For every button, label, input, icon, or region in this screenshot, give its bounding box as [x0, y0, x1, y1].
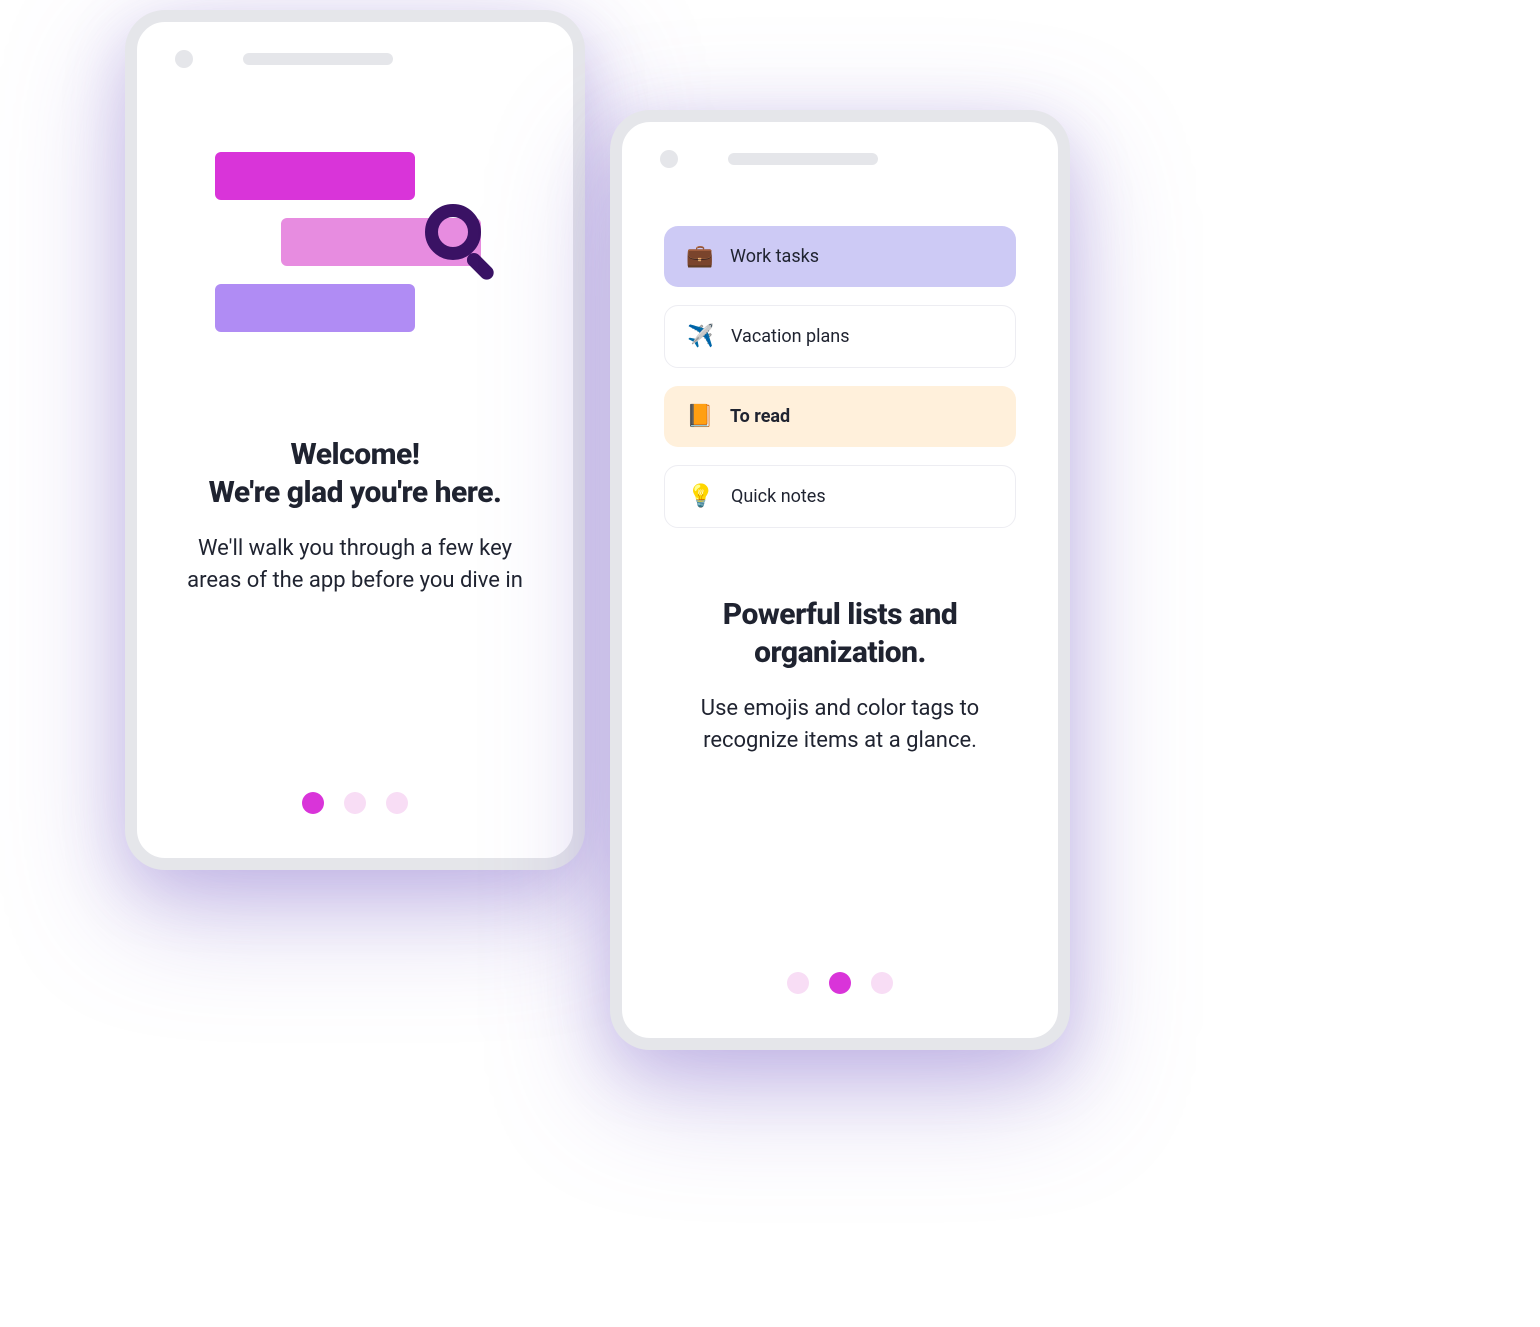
onboarding-title: Powerful lists and organization. [662, 596, 1018, 673]
book-icon: 📙 [686, 404, 712, 429]
list-item-label: Vacation plans [731, 326, 850, 347]
status-bar [622, 122, 1058, 176]
page-dot[interactable] [344, 792, 366, 814]
list-item[interactable]: 📙 To read [664, 386, 1016, 447]
illustration-bar [215, 152, 415, 200]
onboarding-subtitle: Use emojis and color tags to recognize i… [662, 693, 1018, 757]
lightbulb-icon: 💡 [687, 484, 713, 509]
speaker-icon [243, 53, 393, 65]
title-line: Welcome! [291, 437, 420, 472]
camera-icon [175, 50, 193, 68]
title-line: Powerful lists and [723, 597, 958, 632]
camera-icon [660, 150, 678, 168]
page-dot[interactable] [386, 792, 408, 814]
speaker-icon [728, 153, 878, 165]
page-dot[interactable] [302, 792, 324, 814]
briefcase-icon: 💼 [686, 244, 712, 269]
page-dot[interactable] [871, 972, 893, 994]
list-item[interactable]: ✈️ Vacation plans [664, 305, 1016, 368]
example-lists: 💼 Work tasks ✈️ Vacation plans 📙 To read… [662, 226, 1018, 546]
onboarding-phone-1: Welcome! We're glad you're here. We'll w… [125, 10, 585, 870]
page-dot[interactable] [829, 972, 851, 994]
magnify-icon [425, 204, 481, 260]
illustration-bar [215, 284, 415, 332]
page-indicator [662, 972, 1018, 1002]
onboarding-subtitle: We'll walk you through a few key areas o… [177, 533, 533, 597]
list-item-label: Work tasks [730, 246, 819, 267]
airplane-icon: ✈️ [687, 324, 713, 349]
status-bar [137, 22, 573, 76]
page-indicator [177, 792, 533, 822]
list-item-label: Quick notes [731, 486, 826, 507]
onboarding-text: Powerful lists and organization. Use emo… [662, 596, 1018, 757]
page-dot[interactable] [787, 972, 809, 994]
list-item[interactable]: 💡 Quick notes [664, 465, 1016, 528]
list-item[interactable]: 💼 Work tasks [664, 226, 1016, 287]
onboarding-title: Welcome! We're glad you're here. [177, 436, 533, 513]
welcome-illustration [177, 116, 533, 376]
title-line: We're glad you're here. [209, 475, 502, 510]
onboarding-text: Welcome! We're glad you're here. We'll w… [177, 436, 533, 597]
list-item-label: To read [730, 406, 790, 427]
onboarding-phone-2: 💼 Work tasks ✈️ Vacation plans 📙 To read… [610, 110, 1070, 1050]
title-line: organization. [754, 635, 926, 670]
